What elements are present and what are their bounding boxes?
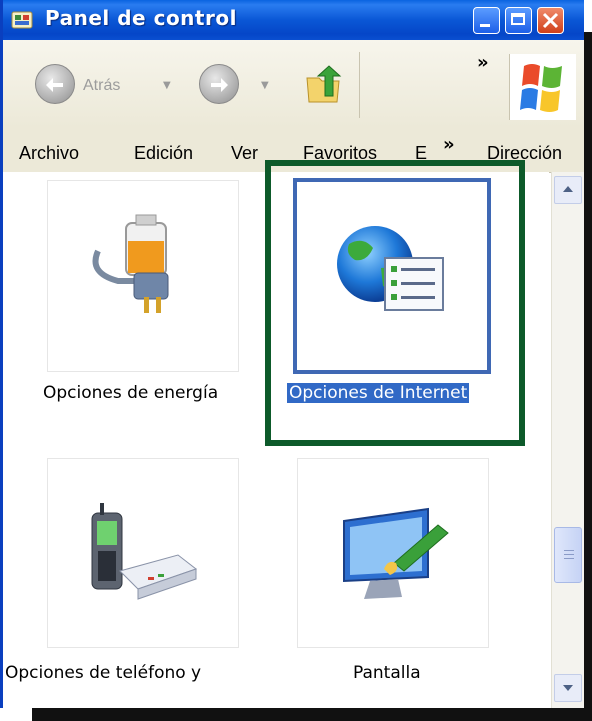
- forward-dropdown-icon[interactable]: ▼: [261, 80, 269, 91]
- scroll-up-button[interactable]: [554, 176, 582, 204]
- control-panel-icon: [11, 11, 33, 29]
- window-title: Panel de control: [45, 6, 237, 30]
- back-button[interactable]: [35, 64, 75, 104]
- power-options-icon: [92, 214, 169, 313]
- phone-modem-label[interactable]: Opciones de teléfono y: [5, 663, 201, 683]
- scroll-down-button[interactable]: [554, 674, 582, 702]
- menu-archivo[interactable]: Archivo: [19, 143, 79, 164]
- power-options-label[interactable]: Opciones de energía: [43, 383, 218, 403]
- close-button[interactable]: [537, 7, 564, 34]
- vertical-scrollbar[interactable]: [551, 172, 584, 708]
- power-options-item[interactable]: [47, 180, 239, 372]
- menu-ver[interactable]: Ver: [231, 143, 258, 164]
- chevron-down-icon: [563, 685, 573, 691]
- scroll-thumb[interactable]: [554, 527, 582, 583]
- highlight-frame: [265, 160, 525, 446]
- toolbar-overflow-chevron[interactable]: »: [477, 52, 489, 73]
- close-icon: [542, 12, 559, 29]
- up-folder-icon[interactable]: [303, 64, 345, 106]
- menu-overflow-chevron[interactable]: »: [443, 134, 455, 155]
- maximize-button[interactable]: [505, 7, 532, 34]
- back-arrow-icon: [46, 78, 63, 92]
- phone-modem-icon: [91, 503, 198, 600]
- display-item[interactable]: [297, 458, 489, 648]
- back-label: Atrás: [83, 77, 121, 94]
- chevron-up-icon: [563, 186, 573, 192]
- back-dropdown-icon[interactable]: ▼: [163, 80, 171, 91]
- forward-arrow-icon: [211, 78, 228, 92]
- minimize-button[interactable]: [473, 7, 500, 34]
- title-bar[interactable]: Panel de control: [3, 0, 584, 40]
- display-icon: [343, 507, 449, 599]
- window-shadow-bottom: [32, 706, 592, 721]
- phone-modem-item[interactable]: [47, 458, 239, 648]
- toolbar-separator: [359, 52, 360, 118]
- control-panel-window: Panel de control Atrás ▼ ▼ » Archivo Edi…: [0, 0, 584, 708]
- menu-edicion[interactable]: Edición: [134, 143, 193, 164]
- forward-button[interactable]: [199, 64, 239, 104]
- windows-logo: [509, 54, 576, 120]
- display-label[interactable]: Pantalla: [353, 663, 421, 683]
